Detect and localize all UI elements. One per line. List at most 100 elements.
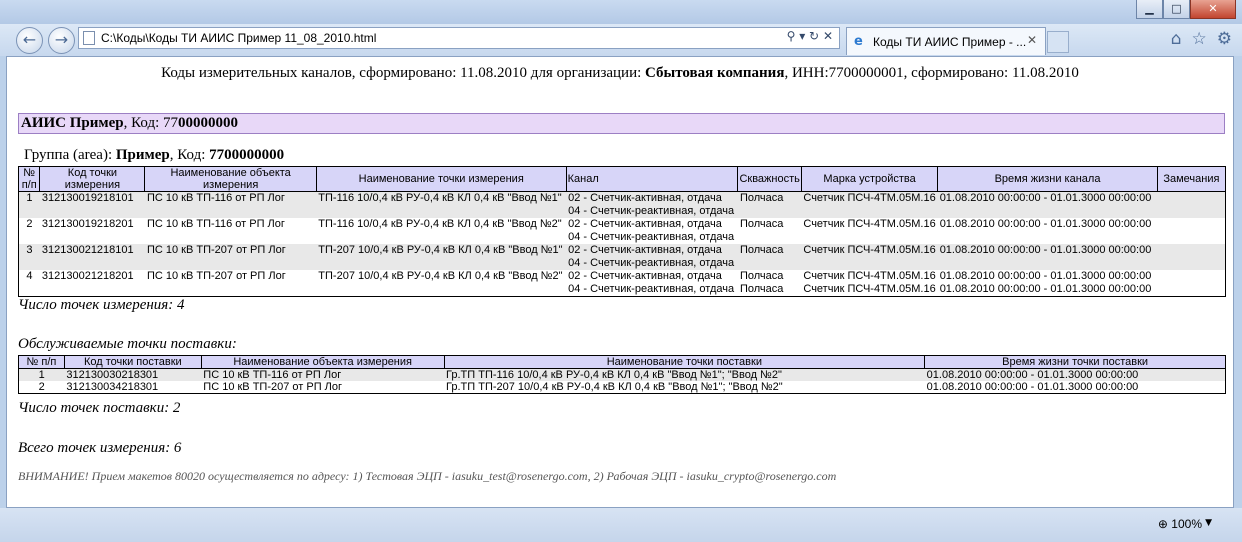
col-header: Наименование объекта измерения — [200, 355, 445, 369]
cell-num: 3 — [18, 244, 40, 270]
cell-life: 01.08.2010 00:00:00 - 01.01.3000 00:00:0… — [939, 218, 1152, 230]
cell-code: 312130021218201 — [41, 270, 134, 282]
cell-device: Счетчик ПСЧ-4ТМ.05М.16 — [803, 218, 936, 230]
cell-device: Счетчик ПСЧ-4ТМ.05М.16 — [801, 191, 938, 218]
back-button[interactable]: ← — [16, 27, 43, 54]
col-header: Замечания — [1156, 166, 1227, 192]
cell-channel: 02 - Счетчик-активная, отдача 04 - Счетчи… — [568, 270, 735, 295]
table-row: 2 312130019218201 ПС 10 кВ ТП-116 от РП … — [19, 218, 1226, 244]
col-header: Марка устройства — [800, 166, 939, 192]
org-name: АИИС Пример — [21, 115, 124, 131]
window-titlebar: ▁ □ ✕ — [0, 0, 1242, 24]
caption-buttons: ▁ □ ✕ — [1136, 0, 1236, 19]
col-header: № п/п — [18, 355, 65, 369]
group-name: Пример — [115, 147, 170, 163]
cell-life: 01.08.2010 00:00:00 - 01.01.3000 00:00:0… — [924, 368, 1226, 381]
address-url: C:\Коды\Коды ТИ АИИС Пример 11_08_2010.h… — [101, 31, 377, 45]
cell-code: 312130034218301 — [66, 381, 159, 393]
new-tab-button[interactable] — [1047, 31, 1069, 53]
cell-duty: Полчаса Полчаса — [739, 270, 784, 295]
header-suffix: , ИНН:7700000001, сформировано: 11.08.20… — [784, 65, 1079, 81]
stop-icon: ✕ — [822, 29, 833, 43]
cell-notes — [1157, 218, 1225, 244]
cell-num: 2 — [38, 381, 45, 393]
home-icon[interactable]: ⌂ — [1171, 29, 1182, 49]
cell-life: 01.08.2010 00:00:00 - 01.01.3000 00:00:0… — [937, 244, 1158, 270]
col-header: Время жизни точки поставки — [924, 355, 1226, 369]
cell-code: 312130030218301 — [64, 368, 202, 381]
table-header-row: № п/п Код точки измерения Наименование о… — [17, 166, 1227, 192]
cell-num: 1 — [18, 191, 40, 218]
cell-channel: 02 - Счетчик-активная, отдача 04 - Счетчи… — [566, 244, 738, 270]
maximize-button[interactable]: □ — [1163, 0, 1190, 19]
zoom-control[interactable]: ⊕ 100% — [1158, 517, 1202, 531]
cell-point: Гр.ТП ТП-116 10/0,4 кВ РУ-0,4 кВ КЛ 0,4 … — [444, 368, 925, 381]
cell-object: ПС 10 кВ ТП-116 от РП Лог — [144, 191, 317, 218]
refresh-icon: ↻ — [809, 29, 820, 43]
delivery-title: Обслуживаемые точки поставки: — [18, 336, 237, 352]
page-header: Коды измерительных каналов, сформировано… — [7, 65, 1233, 82]
zoom-icon: ⊕ — [1157, 517, 1168, 531]
total-count: Всего точек измерения: 6 — [18, 440, 182, 456]
delivery-count: Число точек поставки: 2 — [18, 400, 181, 416]
browser-tools: ⌂ ☆ ⚙ — [1171, 29, 1232, 49]
forward-arrow-icon: → — [54, 30, 69, 49]
favorites-star-icon[interactable]: ☆ — [1192, 29, 1207, 49]
col-header: Код точки измерения — [39, 166, 146, 192]
cell-channel: 02 - Счетчик-активная, отдача 04 - Счетчи… — [566, 191, 738, 218]
cell-duty: Полчаса — [737, 244, 802, 270]
header-org-name: Сбытовая компания — [645, 65, 785, 81]
tab-active[interactable]: e Коды ТИ АИИС Пример - ... ✕ — [846, 27, 1046, 55]
address-bar[interactable]: C:\Коды\Коды ТИ АИИС Пример 11_08_2010.h… — [78, 27, 840, 49]
status-bar: ⊕ 100% ▼ — [0, 508, 1242, 542]
delivery-points-table: № п/п Код точки поставки Наименование об… — [18, 355, 1226, 394]
group-code: 7700000000 — [209, 147, 285, 163]
col-header: Код точки поставки — [63, 355, 202, 369]
tab-title: Коды ТИ АИИС Пример - ... — [873, 35, 1027, 49]
header-prefix: Коды измерительных каналов, сформировано… — [161, 65, 646, 81]
col-header: Канал — [565, 166, 739, 192]
org-box: АИИС Пример, Код: 7700000000 — [18, 113, 1225, 134]
table-row: 1 312130030218301 ПС 10 кВ ТП-116 от РП … — [18, 368, 1226, 381]
cell-channel: 02 - Счетчик-активная, отдача 04 - Счетчи… — [568, 218, 735, 243]
ie-icon: e — [854, 34, 863, 49]
table-row: 3 312130021218101 ПС 10 кВ ТП-207 от РП … — [18, 244, 1226, 270]
address-tools[interactable]: ⚲ ▾ ↻ ✕ — [787, 29, 833, 43]
table-row: 2 312130034218301 ПС 10 кВ ТП-207 от РП … — [19, 381, 1226, 394]
chevron-down-icon[interactable]: ▼ — [1205, 518, 1212, 528]
close-window-button[interactable]: ✕ — [1190, 0, 1236, 19]
gear-icon[interactable]: ⚙ — [1217, 29, 1232, 49]
cell-life: 01.08.2010 00:00:00 - 01.01.3000 00:00:0… — [939, 270, 1152, 295]
close-tab-icon[interactable]: ✕ — [1027, 33, 1037, 47]
cell-num: 1 — [18, 368, 65, 381]
cell-duty: Полчаса — [737, 191, 802, 218]
search-icon: ⚲ — [786, 29, 796, 43]
cell-code: 312130019218101 — [39, 191, 145, 218]
forward-button[interactable]: → — [48, 27, 75, 54]
cell-point: Гр.ТП ТП-207 10/0,4 кВ РУ-0,4 кВ КЛ 0,4 … — [446, 381, 783, 393]
cell-object: ПС 10 кВ ТП-207 от РП Лог — [144, 244, 317, 270]
cell-device: Счетчик ПСЧ-4ТМ.05М.16 Счетчик ПСЧ-4ТМ.05… — [803, 270, 936, 295]
minimize-button[interactable]: ▁ — [1136, 0, 1163, 19]
group-code-label: , Код: — [169, 147, 210, 163]
cell-point: ТП-116 10/0,4 кВ РУ-0,4 кВ КЛ 0,4 кВ "Вв… — [318, 218, 562, 230]
group-line: Группа (area): Пример, Код: 7700000000 — [24, 147, 284, 164]
page-icon — [83, 31, 95, 45]
cell-object: ПС 10 кВ ТП-207 от РП Лог — [146, 270, 286, 282]
cell-device: Счетчик ПСЧ-4ТМ.05М.16 — [801, 244, 938, 270]
cell-point: ТП-207 10/0,4 кВ РУ-0,4 кВ КЛ 0,4 кВ "Вв… — [316, 244, 567, 270]
col-header: Наименование точки измерения — [315, 166, 567, 192]
cell-notes — [1157, 244, 1226, 270]
org-code-label: , Код: 77 — [123, 115, 178, 131]
zoom-level: 100% — [1171, 517, 1202, 531]
cell-duty: Полчаса — [739, 218, 784, 230]
org-code: 00000000 — [178, 115, 238, 131]
col-header: Время жизни канала — [937, 166, 1158, 192]
table-row: 4 312130021218201 ПС 10 кВ ТП-207 от РП … — [19, 270, 1226, 297]
cell-notes — [1157, 191, 1226, 218]
notice-text: ВНИМАНИЕ! Прием макетов 80020 осуществля… — [18, 469, 837, 483]
measurement-points-table: № п/п Код точки измерения Наименование о… — [17, 166, 1227, 297]
cell-point: ТП-207 10/0,4 кВ РУ-0,4 кВ КЛ 0,4 кВ "Вв… — [318, 270, 563, 282]
table-row: 1 312130019218101 ПС 10 кВ ТП-116 от РП … — [18, 191, 1226, 218]
cell-num: 4 — [26, 270, 33, 282]
